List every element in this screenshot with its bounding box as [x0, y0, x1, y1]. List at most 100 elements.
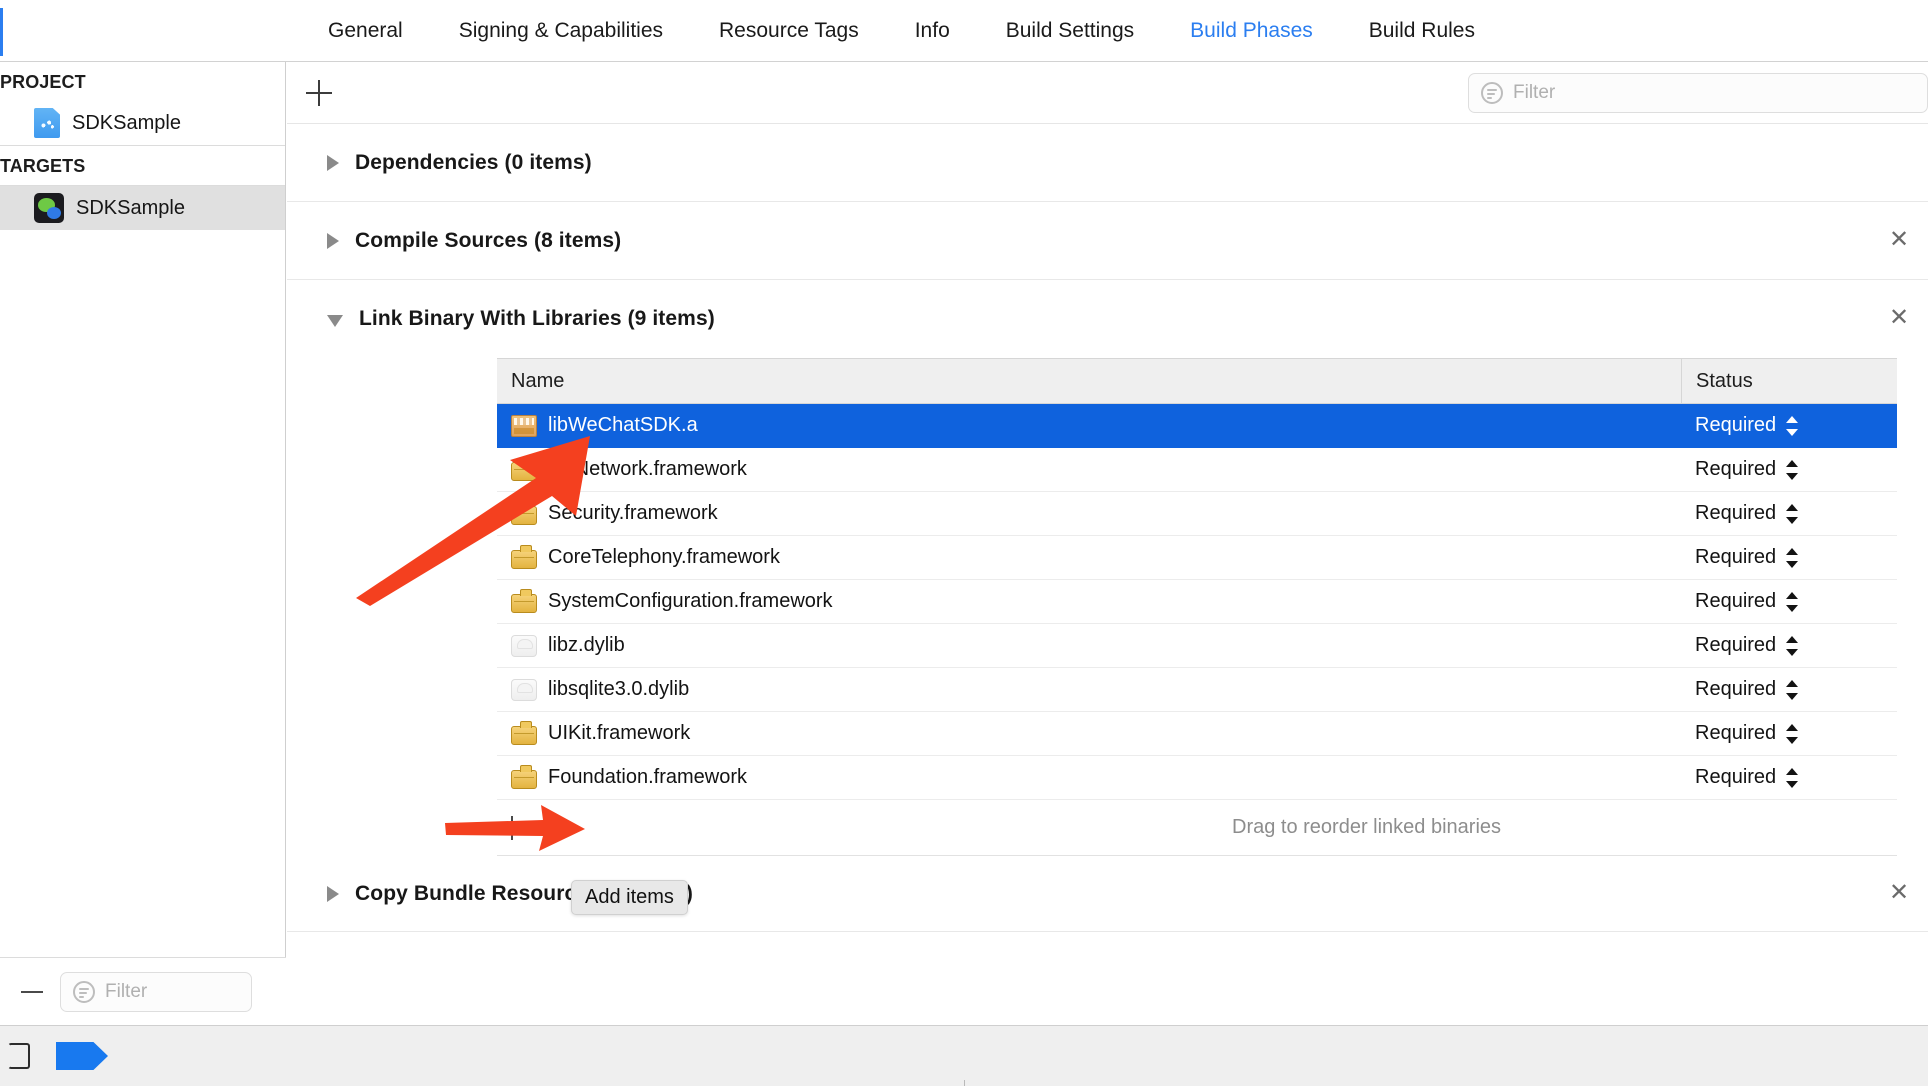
sidebar-bottom-bar: Filter [0, 957, 286, 1025]
column-header-name[interactable]: Name [497, 370, 1681, 393]
library-name-cell: libsqlite3.0.dylib [497, 678, 1681, 701]
library-status-label: Required [1695, 722, 1777, 744]
add-library-button[interactable] [497, 813, 527, 843]
build-phases-filter-placeholder: Filter [1513, 81, 1556, 103]
library-status-label: Required [1695, 502, 1777, 524]
build-phases-toolbar: Filter [287, 62, 1928, 124]
library-status-cell[interactable]: Required [1681, 414, 1897, 437]
project-file-icon [34, 108, 60, 138]
tab-build-phases[interactable]: Build Phases [1162, 0, 1341, 62]
phase-header-compile-sources[interactable]: Compile Sources (8 items) ✕ [287, 202, 1928, 280]
sidebar-item-project-sdksample[interactable]: SDKSample [0, 101, 285, 145]
chevron-updown-icon[interactable] [1786, 767, 1799, 789]
library-name-cell: Security.framework [497, 500, 1681, 525]
panel-toggle-icon[interactable] [8, 1043, 30, 1069]
library-status-label: Required [1695, 634, 1777, 656]
library-status-cell[interactable]: Required [1681, 678, 1897, 701]
phase-header-dependencies[interactable]: Dependencies (0 items) [287, 124, 1928, 202]
library-status-label: Required [1695, 590, 1777, 612]
table-row[interactable]: CoreTelephony.framework Required [497, 536, 1897, 580]
filter-icon [73, 980, 95, 1003]
briefcase-icon [511, 500, 537, 525]
disclosure-triangle-closed-icon[interactable] [327, 154, 339, 171]
briefcase-icon [511, 720, 537, 745]
library-status-label: Required [1695, 766, 1777, 788]
status-bar-separator [964, 1080, 965, 1086]
chevron-updown-icon[interactable] [1786, 459, 1799, 481]
remove-phase-icon[interactable]: ✕ [1888, 880, 1910, 905]
chevron-updown-icon[interactable] [1786, 547, 1799, 569]
chevron-updown-icon[interactable] [1786, 635, 1799, 657]
tab-build-settings[interactable]: Build Settings [978, 0, 1162, 62]
bottom-status-bar [0, 1025, 1928, 1086]
table-row[interactable]: SystemConfiguration.framework Required [497, 580, 1897, 624]
build-phases-panel: Filter Dependencies (0 items) Compile So… [287, 62, 1928, 1025]
build-phases-filter-field[interactable]: Filter [1468, 72, 1928, 113]
linked-libraries-table: Name Status libWeChatSDK.a Required CFNe… [497, 358, 1897, 856]
phase-title-compile-sources: Compile Sources (8 items) [355, 228, 622, 252]
chevron-updown-icon[interactable] [1786, 591, 1799, 613]
window-edge-indicator [0, 8, 3, 56]
library-name-label: Security.framework [548, 502, 718, 524]
column-header-status[interactable]: Status [1681, 358, 1897, 404]
tab-general[interactable]: General [300, 0, 431, 62]
sidebar-header-project: PROJECT [0, 72, 86, 92]
library-name-label: CFNetwork.framework [548, 458, 747, 480]
chevron-updown-icon[interactable] [1786, 503, 1799, 525]
library-name-cell: CFNetwork.framework [497, 456, 1681, 481]
remove-library-button[interactable] [527, 813, 557, 843]
sidebar-item-target-sdksample[interactable]: SDKSample [0, 186, 285, 230]
library-name-cell: SystemConfiguration.framework [497, 588, 1681, 613]
breakpoint-tag-icon[interactable] [56, 1042, 108, 1070]
library-status-cell[interactable]: Required [1681, 722, 1897, 745]
table-header-row: Name Status [497, 358, 1897, 404]
tab-build-rules[interactable]: Build Rules [1341, 0, 1503, 62]
phase-header-copy-bundle-resources[interactable]: Copy Bundle Resources (1 items) ✕ [287, 856, 1928, 932]
xcode-build-phases-window: General Signing & Capabilities Resource … [0, 0, 1928, 1086]
phase-title-dependencies: Dependencies (0 items) [355, 150, 592, 174]
library-status-cell[interactable]: Required [1681, 590, 1897, 613]
table-row[interactable]: UIKit.framework Required [497, 712, 1897, 756]
dylib-icon [511, 634, 537, 657]
sidebar-project-label: SDKSample [72, 111, 181, 134]
tab-info[interactable]: Info [887, 0, 978, 62]
filter-icon [1481, 81, 1503, 104]
sidebar-filter-placeholder: Filter [105, 980, 148, 1002]
library-status-cell[interactable]: Required [1681, 502, 1897, 525]
archive-icon [511, 414, 537, 437]
library-status-cell[interactable]: Required [1681, 458, 1897, 481]
tab-list: General Signing & Capabilities Resource … [300, 0, 1503, 62]
phase-title-link-binary: Link Binary With Libraries (9 items) [359, 307, 715, 330]
table-row[interactable]: libz.dylib Required [497, 624, 1897, 668]
remove-target-button[interactable] [18, 978, 46, 1006]
disclosure-triangle-closed-icon[interactable] [327, 232, 339, 249]
chevron-updown-icon[interactable] [1786, 415, 1799, 437]
briefcase-icon [511, 456, 537, 481]
tab-resource-tags[interactable]: Resource Tags [691, 0, 887, 62]
library-name-cell: Foundation.framework [497, 764, 1681, 789]
add-build-phase-button[interactable] [302, 76, 336, 110]
chevron-updown-icon[interactable] [1786, 679, 1799, 701]
dylib-icon [511, 678, 537, 701]
tab-signing-capabilities[interactable]: Signing & Capabilities [431, 0, 691, 62]
sidebar-target-label: SDKSample [76, 196, 185, 219]
library-status-cell[interactable]: Required [1681, 766, 1897, 789]
library-status-cell[interactable]: Required [1681, 634, 1897, 657]
sidebar-filter-field[interactable]: Filter [60, 971, 252, 1012]
chevron-updown-icon[interactable] [1786, 723, 1799, 745]
briefcase-icon [511, 544, 537, 569]
disclosure-triangle-open-icon[interactable] [327, 315, 343, 327]
library-status-label: Required [1695, 458, 1777, 480]
remove-phase-icon[interactable]: ✕ [1888, 306, 1910, 330]
disclosure-triangle-closed-icon[interactable] [327, 885, 339, 902]
table-row[interactable]: Security.framework Required [497, 492, 1897, 536]
table-row[interactable]: libsqlite3.0.dylib Required [497, 668, 1897, 712]
phase-header-link-binary[interactable]: Link Binary With Libraries (9 items) ✕ [287, 280, 1928, 358]
remove-phase-icon[interactable]: ✕ [1888, 227, 1910, 252]
table-row[interactable]: Foundation.framework Required [497, 756, 1897, 800]
library-status-label: Required [1695, 414, 1777, 436]
table-row[interactable]: libWeChatSDK.a Required [497, 404, 1897, 448]
table-row[interactable]: CFNetwork.framework Required [497, 448, 1897, 492]
reorder-hint-text: Drag to reorder linked binaries [1232, 816, 1502, 838]
library-status-cell[interactable]: Required [1681, 546, 1897, 569]
